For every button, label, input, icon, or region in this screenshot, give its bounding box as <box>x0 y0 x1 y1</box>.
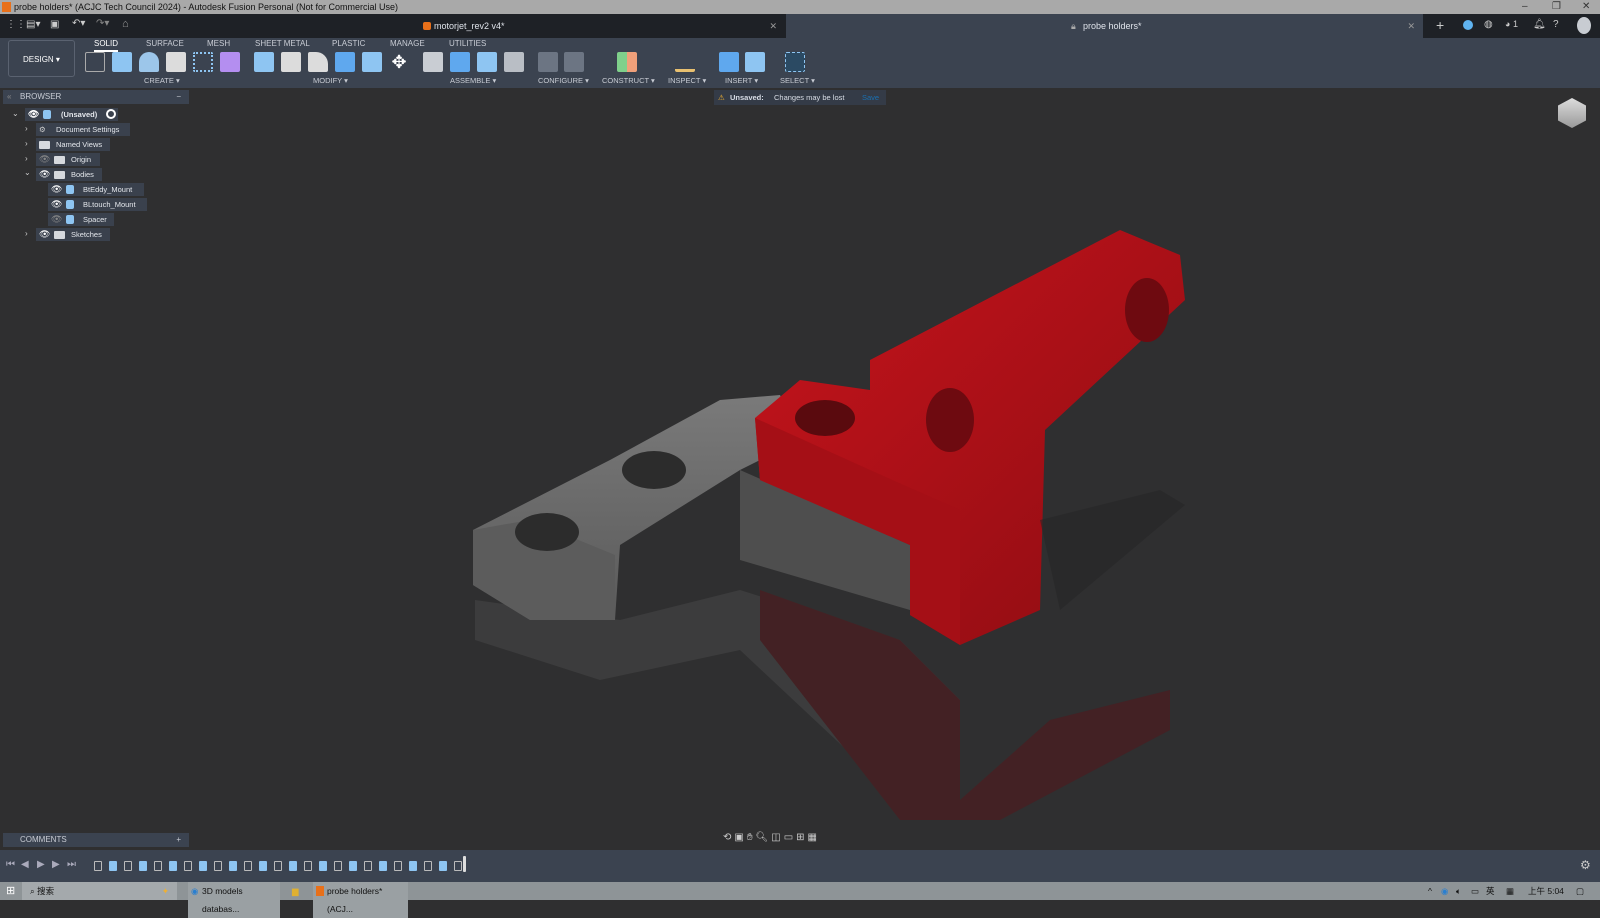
timeline-feature-icon[interactable] <box>214 861 222 871</box>
search-placeholder: 搜索 <box>37 886 55 896</box>
copilot-icon: ✦ <box>161 886 169 896</box>
timeline-feature-icon[interactable] <box>409 861 417 871</box>
viewports-icon[interactable]: ▦ <box>808 832 820 843</box>
timeline-feature-icon[interactable] <box>184 861 192 871</box>
notification-center-icon[interactable]: ▢ <box>1576 882 1584 900</box>
timeline-start-icon[interactable]: ⏮ <box>6 859 15 870</box>
look-at-icon[interactable]: ▣ <box>734 832 746 843</box>
app-label: 3D models databas... <box>202 886 243 914</box>
timeline-feature-icon[interactable] <box>379 861 387 871</box>
timeline-feature-icon[interactable] <box>139 861 147 871</box>
hole <box>795 400 855 436</box>
tray-overflow-icon[interactable]: ^ <box>1428 882 1432 900</box>
timeline-marker[interactable] <box>463 856 466 872</box>
pan-icon[interactable]: ✋︎ <box>747 832 756 843</box>
timeline-end-icon[interactable]: ⏭ <box>67 859 76 870</box>
timeline-feature-icon[interactable] <box>199 861 207 871</box>
volume-icon[interactable]: 🔈︎ <box>1456 882 1461 900</box>
timeline-feature-icon[interactable] <box>109 861 117 871</box>
zoom-icon[interactable]: 🔍︎ <box>756 832 772 843</box>
add-comment-button[interactable]: + <box>176 833 181 847</box>
timeline-feature-icon[interactable] <box>319 861 327 871</box>
fusion-icon <box>316 886 324 896</box>
fit-icon[interactable]: ◫ <box>771 832 783 843</box>
app-label: probe holders* (ACJ... <box>327 886 383 914</box>
ime-indicator[interactable]: 英 <box>1486 882 1495 900</box>
file-explorer-icon[interactable]: ▆ <box>292 882 299 900</box>
timeline-feature-icon[interactable] <box>304 861 312 871</box>
timeline-feature-icon[interactable] <box>259 861 267 871</box>
floor-reflection <box>475 590 1170 820</box>
timeline-feature-icon[interactable] <box>229 861 237 871</box>
timeline-feature-icon[interactable] <box>364 861 372 871</box>
ime-mode-icon[interactable]: ▦ <box>1506 882 1514 900</box>
timeline-feature-icon[interactable] <box>244 861 252 871</box>
taskbar-search[interactable]: ⌕ 搜索 ✦ <box>22 882 177 900</box>
timeline-feature-icon[interactable] <box>334 861 342 871</box>
navigation-bar: ⟲▣✋︎🔍︎◫▭⊞▦ <box>723 832 873 846</box>
timeline-feature-icon[interactable] <box>349 861 357 871</box>
timeline-feature-icon[interactable] <box>424 861 432 871</box>
taskbar-app-browser[interactable]: ◉ 3D models databas... <box>188 882 280 918</box>
tray-app-icon[interactable]: ◉ <box>1441 882 1448 900</box>
grid-icon[interactable]: ⊞ <box>796 832 807 843</box>
3d-viewport[interactable] <box>0 0 1600 900</box>
timeline-back-icon[interactable]: ◀ <box>21 859 29 870</box>
orbit-icon[interactable]: ⟲ <box>723 832 734 843</box>
timeline: ⏮ ◀ ▶ ▶ ⏭ ⚙ <box>0 850 1600 882</box>
windows-start-icon[interactable]: ⊞ <box>6 882 15 900</box>
timeline-feature-icon[interactable] <box>394 861 402 871</box>
comments-title: COMMENTS <box>20 835 67 844</box>
hole <box>926 388 974 452</box>
edge-icon: ◉ <box>191 886 199 896</box>
hole <box>622 451 686 489</box>
timeline-feature-icon[interactable] <box>154 861 162 871</box>
timeline-feature-icon[interactable] <box>454 861 462 871</box>
timeline-feature-icon[interactable] <box>439 861 447 871</box>
clock[interactable]: 上午 5:04 <box>1528 882 1564 900</box>
timeline-feature-icon[interactable] <box>289 861 297 871</box>
display-settings-icon[interactable]: ▭ <box>784 832 796 843</box>
shadow <box>1040 490 1185 610</box>
timeline-forward-icon[interactable]: ▶ <box>52 859 60 870</box>
comments-panel[interactable]: COMMENTS + <box>3 833 189 847</box>
hole <box>1125 278 1169 342</box>
timeline-feature-icon[interactable] <box>94 861 102 871</box>
windows-taskbar: ⊞ ⌕ 搜索 ✦ ◉ 3D models databas... ▆ probe h… <box>0 882 1600 918</box>
taskbar-app-fusion[interactable]: probe holders* (ACJ... <box>313 882 408 918</box>
timeline-play-icon[interactable]: ▶ <box>37 859 45 870</box>
timeline-feature-icon[interactable] <box>274 861 282 871</box>
hole <box>515 513 579 551</box>
timeline-feature-icon[interactable] <box>169 861 177 871</box>
timeline-feature-icon[interactable] <box>124 861 132 871</box>
timeline-settings-gear-icon[interactable]: ⚙ <box>1580 858 1591 872</box>
network-icon[interactable]: ▭ <box>1471 882 1479 900</box>
